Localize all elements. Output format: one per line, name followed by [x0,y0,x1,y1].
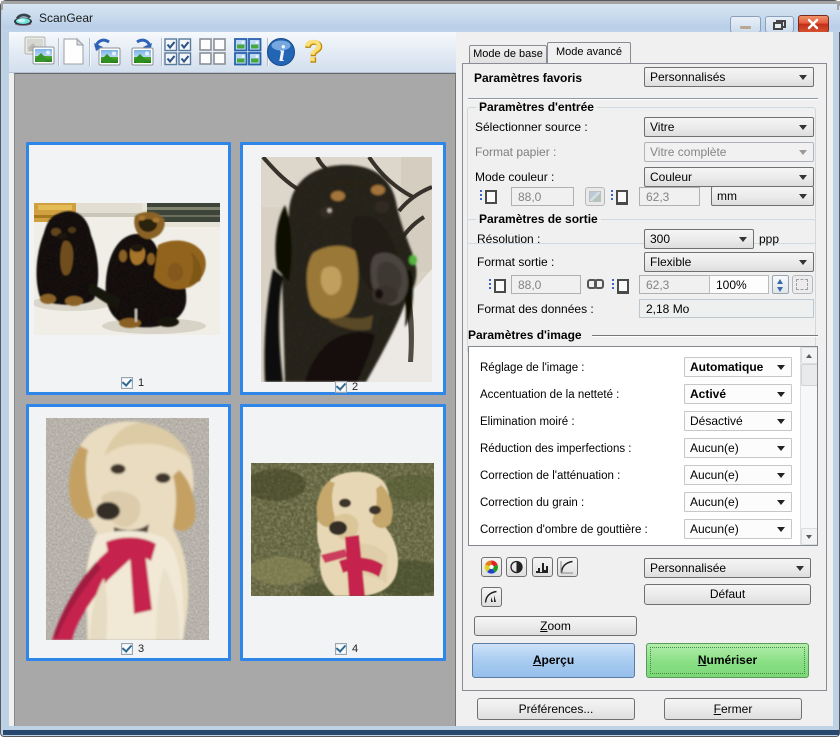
svg-text:i: i [279,41,286,66]
svg-text:?: ? [304,33,323,68]
